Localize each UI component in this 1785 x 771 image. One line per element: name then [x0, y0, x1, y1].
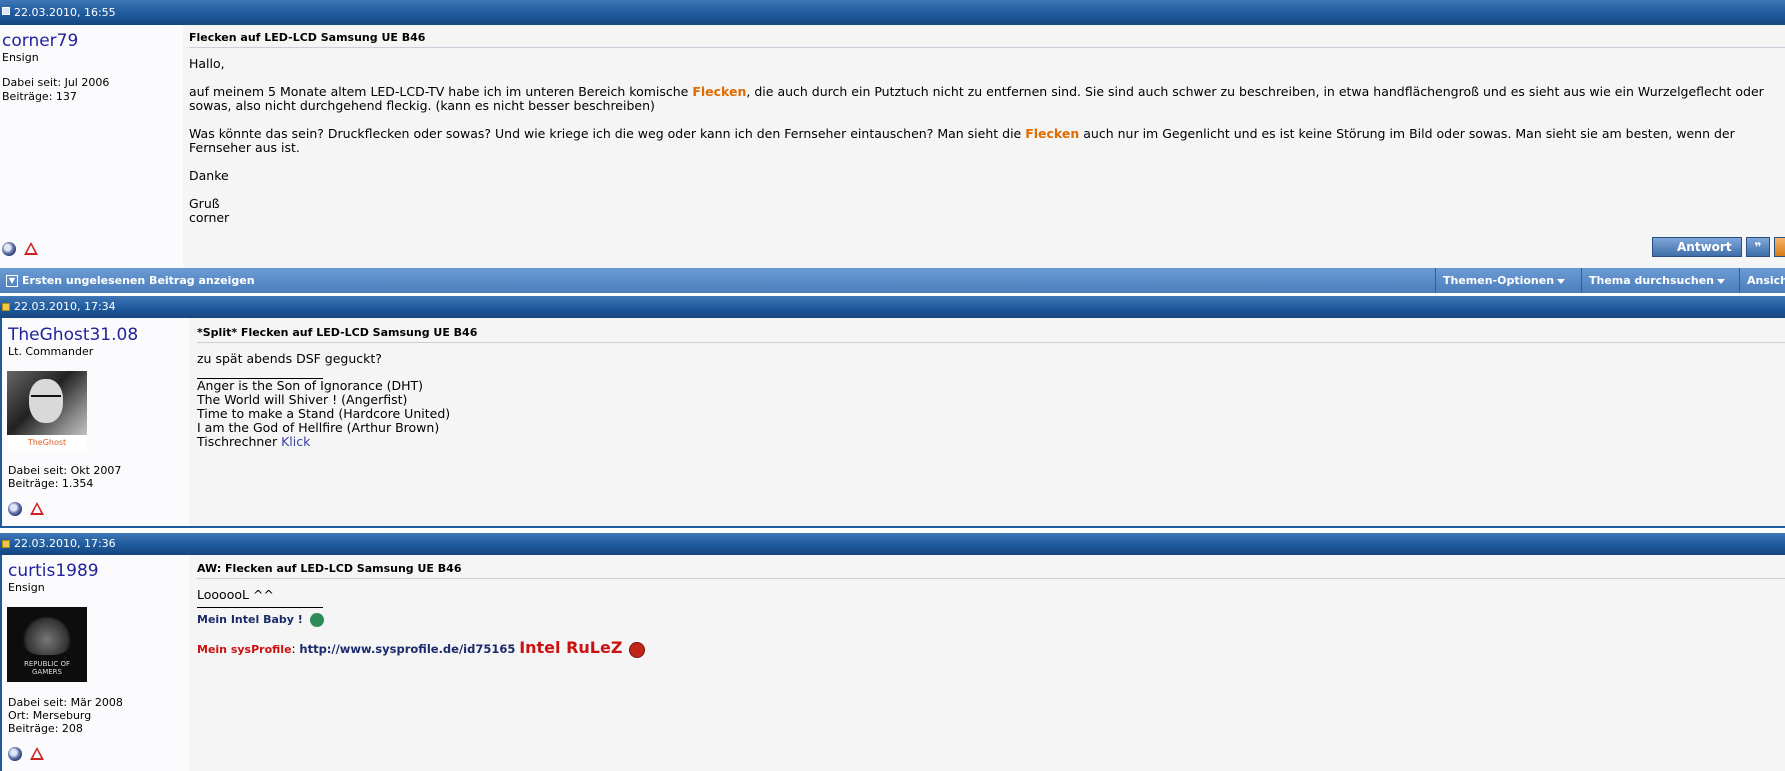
user-joined: Dabei seit: Mär 2008 [8, 696, 123, 709]
post-date: 22.03.2010, 17:34 [14, 300, 116, 313]
signature-line: Mein sysProfile: http://www.sysprofile.d… [197, 638, 1785, 658]
signature-line: I am the God of Hellfire (Arthur Brown) [197, 420, 440, 435]
klick-link[interactable]: Klick [281, 434, 310, 449]
signature-line: Anger is the Son of Ignorance (DHT) [197, 378, 424, 393]
post-1: 22.03.2010, 16:55 [0, 0, 1785, 25]
smiley-icon [309, 613, 324, 627]
multiquote-button[interactable] [1774, 237, 1785, 257]
post-1-body-row: corner79 Ensign Dabei seit: Jul 2006 Bei… [0, 25, 1785, 268]
signature-line: Mein Intel Baby ! [197, 613, 1785, 627]
avatar[interactable]: REPUBLIC OF GAMERS [7, 607, 87, 682]
signature-divider [197, 607, 323, 608]
post-title: Flecken auf LED-LCD Samsung UE B46 [189, 31, 1785, 48]
username-link[interactable]: curtis1989 [8, 561, 99, 581]
user-posts: Beiträge: 137 [2, 90, 77, 103]
post-title: *Split* Flecken auf LED-LCD Samsung UE B… [197, 326, 1785, 343]
highlight-link[interactable]: Flecken [692, 84, 746, 99]
user-info: corner79 Ensign Dabei seit: Jul 2006 Bei… [0, 25, 183, 268]
sysprofile-label: Mein sysProfile [197, 643, 292, 656]
search-thread-menu[interactable]: Thema durchsuchen [1581, 268, 1739, 293]
greeting: Hallo, [189, 56, 225, 71]
paragraph: auf meinem 5 Monate altem LED-LCD-TV hab… [189, 84, 1764, 113]
user-rank: Lt. Commander [8, 345, 94, 358]
thanks-text: Danke [189, 168, 229, 183]
highlight-link[interactable]: Flecken [1025, 126, 1079, 141]
first-unread-link[interactable]: ▼ Ersten ungelesenen Beitrag anzeigen [6, 268, 255, 293]
report-icon[interactable] [30, 502, 44, 515]
post-header: 22.03.2010, 17:36 [0, 533, 1785, 555]
avatar-glasses [31, 395, 61, 403]
post-text: zu spät abends DSF geguckt? [197, 351, 382, 366]
post-body: Hallo, auf meinem 5 Monate altem LED-LCD… [189, 57, 1785, 225]
message-area: AW: Flecken auf LED-LCD Samsung UE B46 L… [189, 555, 1785, 771]
post-icon [2, 540, 10, 548]
user-posts: Beiträge: 1.354 [8, 477, 94, 490]
intel-baby-text: Mein Intel Baby ! [197, 613, 303, 626]
avatar-text: REPUBLIC OF [23, 660, 71, 668]
signature-line: Time to make a Stand (Hardcore United) [197, 406, 451, 421]
message-area: *Split* Flecken auf LED-LCD Samsung UE B… [189, 318, 1785, 526]
quote-button[interactable]: ❞ [1746, 237, 1770, 257]
username-link[interactable]: TheGhost31.08 [8, 325, 138, 345]
sysprofile-link[interactable]: http://www.sysprofile.de/id75165 [299, 642, 515, 656]
avatar-caption: TheGhost [7, 435, 87, 451]
username-link[interactable]: corner79 [2, 31, 78, 51]
post-header: 22.03.2010, 17:34 [0, 296, 1785, 318]
user-rank: Ensign [8, 581, 45, 594]
message-area: Flecken auf LED-LCD Samsung UE B46 Hallo… [183, 25, 1785, 268]
report-icon[interactable] [24, 242, 38, 255]
thread-options-label: Themen-Optionen [1443, 274, 1555, 287]
chevron-down-icon [1717, 278, 1726, 284]
search-thread-label: Thema durchsuchen [1589, 274, 1715, 287]
avatar-text: GAMERS [32, 668, 62, 676]
quote-icon: ❞ [1754, 240, 1762, 254]
post-header: 22.03.2010, 16:55 [0, 0, 1785, 25]
reply-label: Antwort [1677, 240, 1732, 254]
paragraph: Was könnte das sein? Druckflecken oder s… [189, 126, 1735, 155]
view-menu[interactable]: Ansich [1739, 268, 1785, 293]
view-label: Ansich [1747, 274, 1785, 287]
post-body: LoooooL ^^ Mein Intel Baby ! Mein sysPro… [197, 588, 1785, 658]
thread-options-menu[interactable]: Themen-Optionen [1435, 268, 1581, 293]
rog-logo-icon [21, 617, 73, 655]
user-rank: Ensign [2, 51, 39, 64]
post-3: 22.03.2010, 17:36 [0, 533, 1785, 555]
user-location: Ort: Merseburg [8, 709, 92, 722]
closing-text: Gruß [189, 196, 220, 211]
reply-button[interactable]: Antwort [1652, 237, 1742, 257]
intel-rulez-text: Intel RuLeZ [519, 638, 623, 657]
post-date: 22.03.2010, 17:36 [14, 537, 116, 550]
online-status-icon[interactable] [2, 242, 16, 256]
avatar[interactable]: TheGhost [7, 371, 87, 451]
post-2-body-row: TheGhost31.08 Lt. Commander Dabei seit: … [0, 318, 1785, 528]
post-3-body-row: curtis1989 Ensign Dabei seit: Mär 2008 O… [0, 555, 1785, 771]
post-2: 22.03.2010, 17:34 [0, 296, 1785, 318]
signature-line: The World will Shiver ! (Angerfist) [197, 392, 408, 407]
closing-name: corner [189, 210, 230, 225]
report-icon[interactable] [30, 747, 44, 760]
first-unread-label: Ersten ungelesenen Beitrag anzeigen [22, 274, 255, 287]
user-posts: Beiträge: 208 [8, 722, 83, 735]
devil-smiley-icon [629, 641, 646, 658]
post-title: AW: Flecken auf LED-LCD Samsung UE B46 [197, 562, 1785, 579]
chevron-down-icon [1557, 278, 1566, 284]
user-joined: Dabei seit: Okt 2007 [8, 464, 122, 477]
post-text: LoooooL ^^ [197, 587, 274, 602]
signature-line: Tischrechner Klick [197, 434, 311, 449]
post-icon [2, 7, 10, 15]
thread-toolbar: ▼ Ersten ungelesenen Beitrag anzeigen The… [0, 268, 1785, 293]
post-date: 22.03.2010, 16:55 [14, 6, 116, 19]
online-status-icon[interactable] [8, 747, 22, 761]
online-status-icon[interactable] [8, 502, 22, 516]
user-joined: Dabei seit: Jul 2006 [2, 76, 110, 89]
post-icon [2, 303, 10, 311]
arrow-down-icon: ▼ [6, 275, 18, 287]
post-body: zu spät abends DSF geguckt? Anger is the… [197, 352, 1785, 449]
